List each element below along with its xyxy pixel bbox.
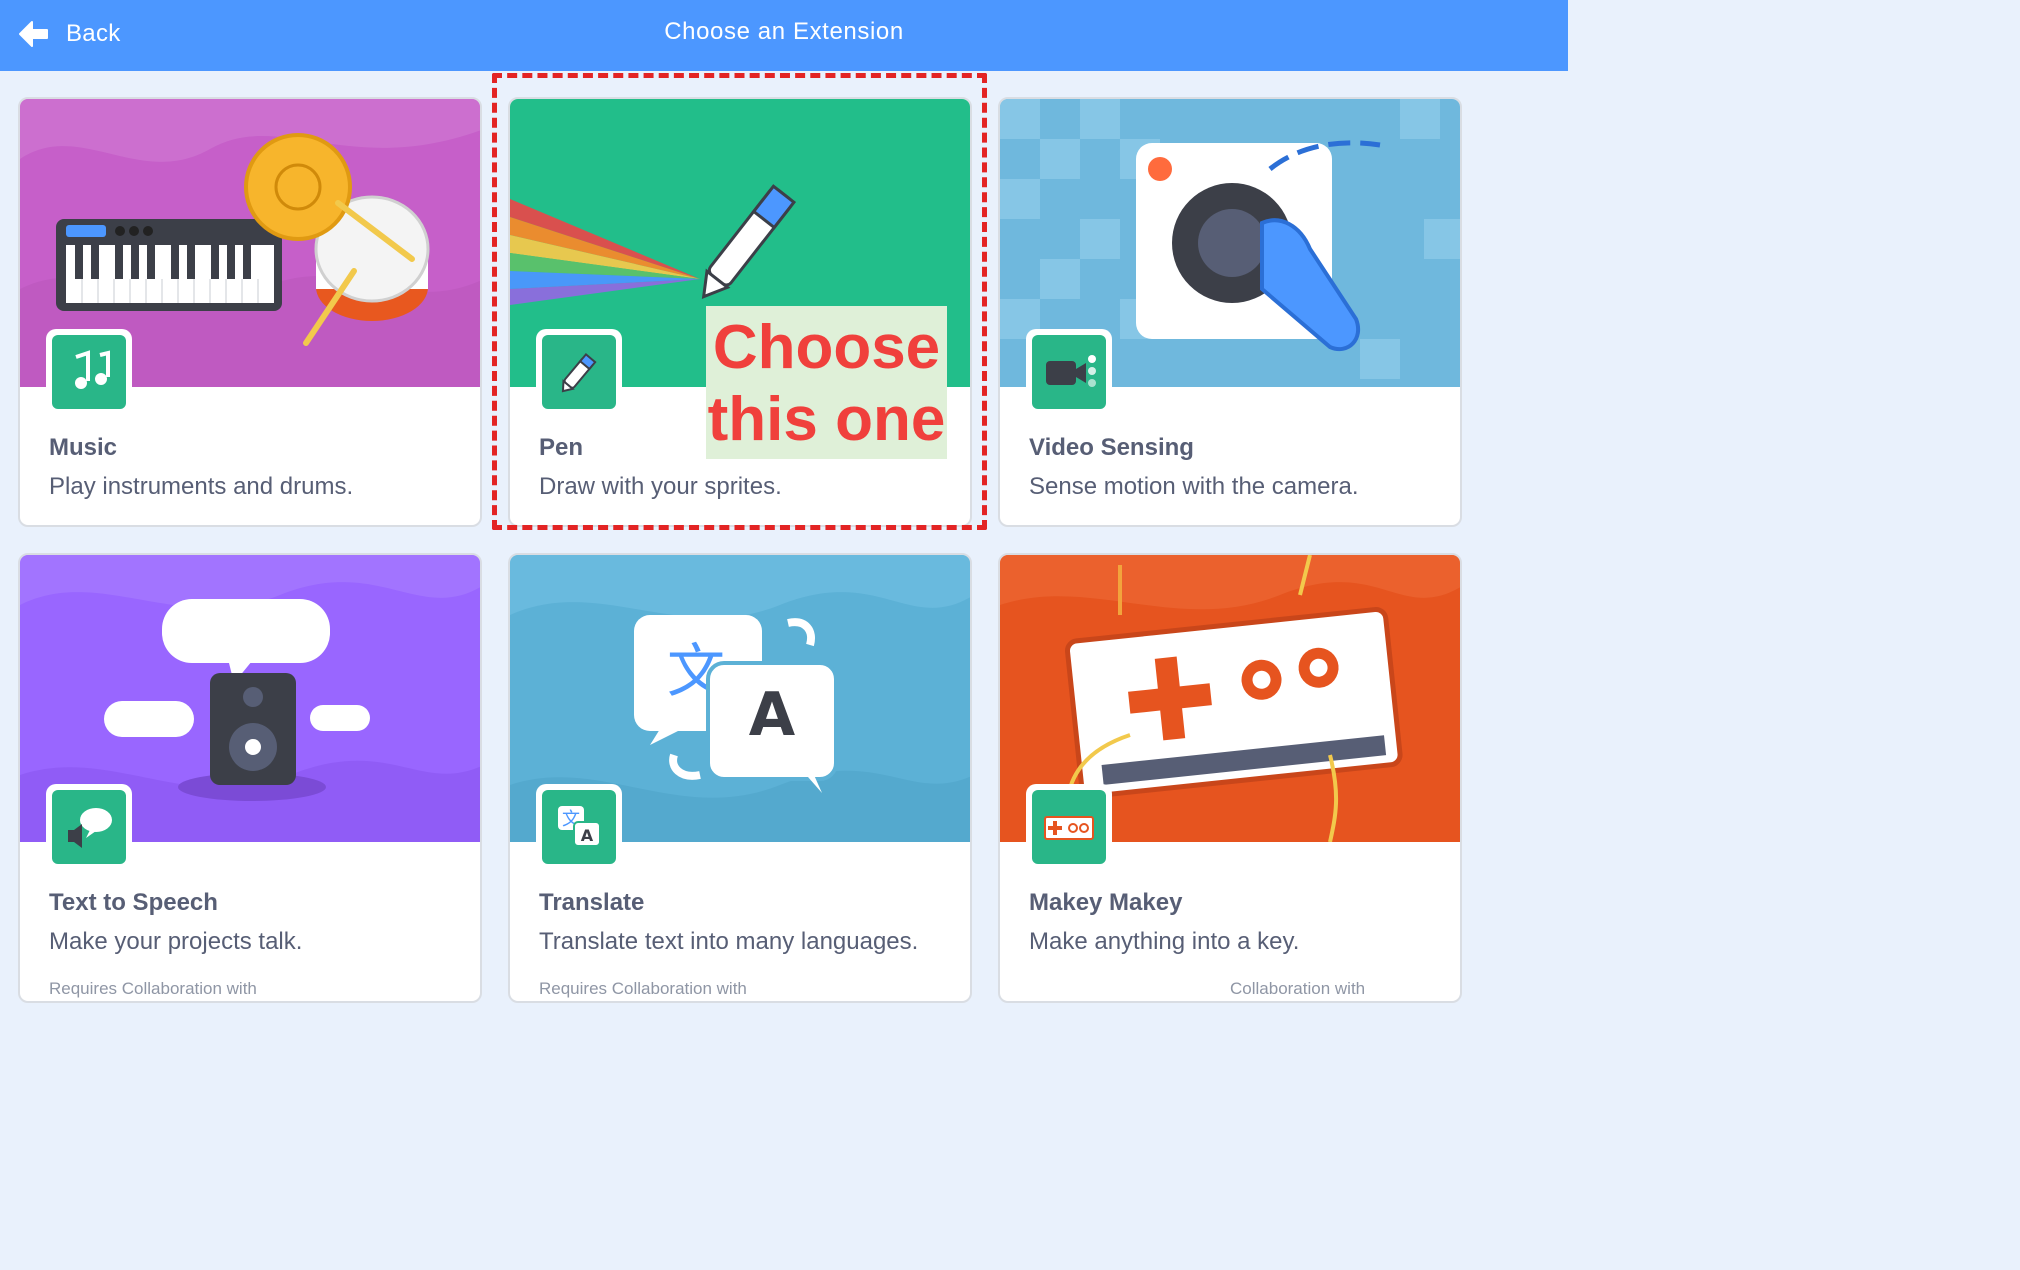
video-sensing-icon-tile xyxy=(1026,329,1112,415)
music-notes-icon xyxy=(75,350,110,389)
text-to-speech-icon-tile xyxy=(46,784,132,870)
card-title: Text to Speech xyxy=(49,889,218,916)
extension-library-header: Back Choose an Extension xyxy=(0,0,1568,71)
speech-bubble-speaker-icon xyxy=(68,808,112,848)
card-description: Make your projects talk. xyxy=(49,928,303,955)
card-title: Makey Makey xyxy=(1029,889,1183,916)
svg-text:A: A xyxy=(749,680,796,750)
card-title: Translate xyxy=(539,889,645,916)
annotation-line-1: Choose xyxy=(712,313,941,382)
extension-card-makey-makey[interactable]: Makey Makey Make anything into a key. Co… xyxy=(998,553,1462,1003)
extension-card-video-sensing[interactable]: Video Sensing Sense motion with the came… xyxy=(998,97,1462,527)
svg-text:A: A xyxy=(581,826,594,845)
card-title: Music xyxy=(49,434,118,461)
card-description: Translate text into many languages. xyxy=(539,928,919,955)
card-title: Pen xyxy=(539,434,584,461)
translate-icon: 文 A xyxy=(558,806,601,847)
card-footer: Requires Collaboration with xyxy=(539,979,747,998)
card-title: Video Sensing xyxy=(1029,434,1194,461)
makey-makey-icon-tile xyxy=(1026,784,1112,870)
page-title: Choose an Extension xyxy=(664,18,904,45)
extension-card-translate[interactable]: 文 A 文 A Translate Translate text into ma… xyxy=(508,553,972,1003)
card-description: Draw with your sprites. xyxy=(539,473,782,500)
extension-card-music[interactable]: Music Play instruments and drums. xyxy=(18,97,482,527)
card-footer: Requires Collaboration with xyxy=(49,979,257,998)
card-description: Play instruments and drums. xyxy=(49,473,354,500)
card-description: Make anything into a key. xyxy=(1029,928,1300,955)
card-footer: Collaboration with xyxy=(1230,979,1366,998)
extension-card-text-to-speech[interactable]: Text to Speech Make your projects talk. … xyxy=(18,553,482,1003)
annotation-line-2: this one xyxy=(707,385,946,454)
translate-icon-tile: 文 A xyxy=(536,784,622,870)
pen-icon xyxy=(561,352,597,393)
pen-icon-tile xyxy=(536,329,622,415)
makey-makey-board-icon xyxy=(1044,816,1094,840)
music-icon-tile xyxy=(46,329,132,415)
card-description: Sense motion with the camera. xyxy=(1029,473,1359,500)
video-camera-icon xyxy=(1046,355,1096,387)
choose-this-one-annotation: Choose this one xyxy=(706,306,947,459)
